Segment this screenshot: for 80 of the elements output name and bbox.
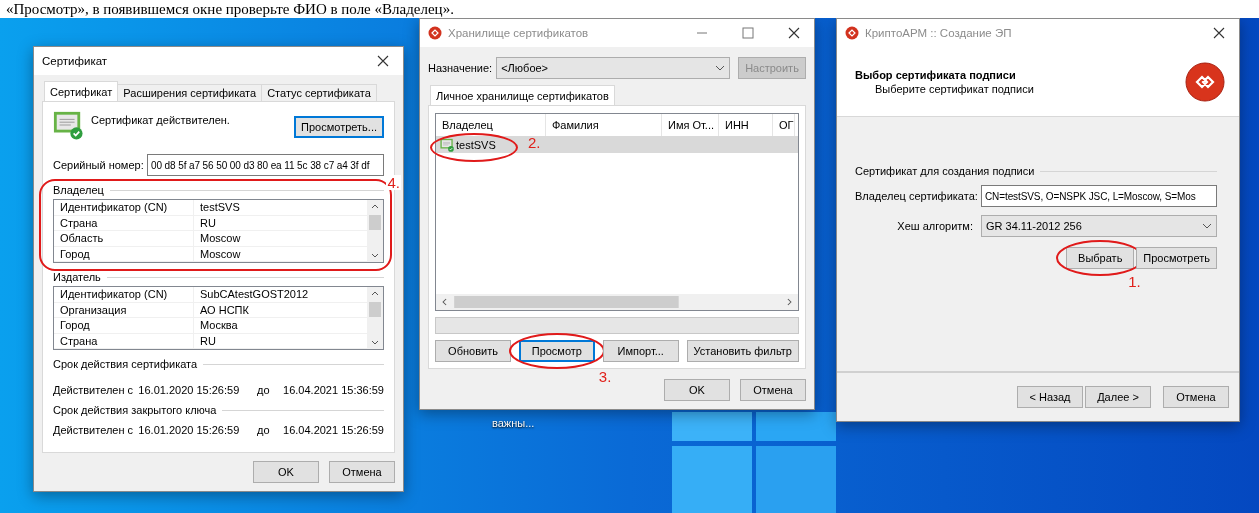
nav-button[interactable]: Далее > bbox=[1085, 386, 1151, 408]
valid-from-date: 16.01.2020 15:26:59 bbox=[138, 384, 241, 396]
table-cell: АО НСПК bbox=[194, 302, 367, 318]
step-subtitle: Выберите сертификат подписи bbox=[874, 82, 1035, 95]
certificate-icon bbox=[440, 137, 454, 152]
dialog-button[interactable]: Отмена bbox=[329, 461, 395, 483]
table-cell: Идентификатор (CN) bbox=[54, 287, 194, 303]
nav-button[interactable]: Отмена bbox=[1163, 386, 1229, 408]
view-button[interactable]: Просмотреть... bbox=[294, 116, 384, 138]
group-title: Срок действия сертификата bbox=[53, 358, 198, 370]
select-button[interactable]: Выбрать bbox=[1066, 247, 1135, 269]
status-text: Сертификат действителен. bbox=[91, 114, 231, 126]
owner-name: testSVS bbox=[456, 138, 496, 151]
valid-to-label: до bbox=[257, 424, 271, 436]
hash-dropdown[interactable]: GR 34.11-2012 256 bbox=[981, 215, 1217, 237]
valid-to-date: 16.04.2021 15:36:59 bbox=[283, 384, 384, 396]
table-cell: Moscow bbox=[194, 246, 367, 262]
window-title: Сертификат bbox=[42, 55, 109, 67]
dialog-button[interactable]: OK bbox=[664, 379, 730, 401]
group-title: Срок действия закрытого ключа bbox=[53, 404, 217, 416]
table-cell: SubCAtestGOST2012 bbox=[194, 287, 367, 303]
window-title: КриптоАРМ :: Создание ЭП bbox=[865, 27, 1013, 39]
table-cell: Moscow bbox=[194, 231, 367, 247]
owner-field[interactable]: CN=testSVS, O=NSPK JSC, L=Moscow, S=Mos bbox=[981, 185, 1217, 207]
group-title: Владелец bbox=[53, 184, 104, 196]
table-cell: Город bbox=[54, 246, 194, 262]
tab[interactable]: Расширения сертификата bbox=[117, 84, 263, 101]
hash-label: Хеш алгоритм: bbox=[896, 220, 973, 232]
valid-from-label: Действителен с bbox=[53, 424, 135, 436]
purpose-dropdown[interactable]: <Любое> bbox=[496, 57, 730, 79]
table-cell: testSVS bbox=[194, 200, 367, 216]
scrollbar[interactable] bbox=[367, 287, 383, 349]
dialog-button[interactable]: Отмена bbox=[740, 379, 806, 401]
group-title: Издатель bbox=[53, 271, 101, 283]
scrollbar[interactable] bbox=[367, 200, 383, 262]
toolbar-button[interactable]: Просмотр bbox=[518, 340, 595, 362]
table-cell: Идентификатор (CN) bbox=[54, 200, 194, 216]
close-icon[interactable] bbox=[788, 27, 800, 39]
dialog-button[interactable]: OK bbox=[253, 461, 319, 483]
valid-to-label: до bbox=[257, 384, 271, 396]
purpose-label: Назначение: bbox=[428, 62, 493, 74]
table-cell: Город bbox=[54, 318, 194, 334]
desktop-icon-label[interactable]: важны... bbox=[492, 417, 535, 429]
step-number: 1. bbox=[1128, 273, 1141, 290]
tab[interactable]: Сертификат bbox=[44, 81, 119, 101]
nav-button[interactable]: < Назад bbox=[1017, 386, 1083, 408]
step-number: 3. bbox=[598, 368, 612, 385]
table-cell: Москва bbox=[194, 318, 367, 334]
valid-from-date: 16.01.2020 15:26:59 bbox=[138, 424, 241, 436]
step-number: 4. bbox=[386, 175, 401, 190]
maximize-icon[interactable] bbox=[742, 27, 754, 39]
table-cell: Область bbox=[54, 231, 194, 247]
close-icon[interactable] bbox=[1213, 27, 1225, 39]
table-cell: RU bbox=[194, 215, 367, 231]
chevron-down-icon[interactable] bbox=[715, 65, 725, 71]
step-number: 2. bbox=[528, 134, 541, 151]
tab[interactable]: Личное хранилище сертификатов bbox=[430, 85, 615, 105]
certificate-icon bbox=[53, 110, 83, 140]
select-button[interactable]: Просмотреть bbox=[1136, 247, 1217, 269]
app-logo-icon bbox=[428, 26, 442, 40]
tab[interactable]: Статус сертификата bbox=[261, 84, 377, 101]
toolbar-button[interactable]: Установить фильтр bbox=[686, 340, 799, 362]
scrollbar[interactable] bbox=[436, 294, 798, 310]
table-cell: Страна bbox=[54, 215, 194, 231]
group-title: Сертификат для создания подписи bbox=[855, 165, 1035, 177]
serial-field[interactable]: 00 d8 5f a7 56 50 00 d3 80 ea 11 5c 38 c7 a4 3f df bbox=[147, 154, 384, 176]
app-logo-icon bbox=[845, 26, 859, 40]
valid-to-date: 16.04.2021 15:26:59 bbox=[283, 424, 384, 436]
chevron-down-icon[interactable] bbox=[1202, 223, 1212, 229]
document-text: «Просмотр», в появившемся окне проверьте ФИО в поле «Владелец». bbox=[5, 0, 455, 18]
table-cell: Организация bbox=[54, 302, 194, 318]
app-logo-icon bbox=[1185, 61, 1225, 102]
valid-from-label: Действителен с bbox=[53, 384, 135, 396]
table-cell: RU bbox=[194, 333, 367, 349]
table-cell: Страна bbox=[54, 333, 194, 349]
toolbar-button[interactable]: Обновить bbox=[435, 340, 511, 362]
close-icon[interactable] bbox=[377, 55, 389, 67]
window-title: Хранилище сертификатов bbox=[448, 27, 590, 39]
toolbar-button[interactable]: Импорт... bbox=[602, 340, 679, 362]
step-title: Выбор сертификата подписи bbox=[855, 68, 1017, 81]
